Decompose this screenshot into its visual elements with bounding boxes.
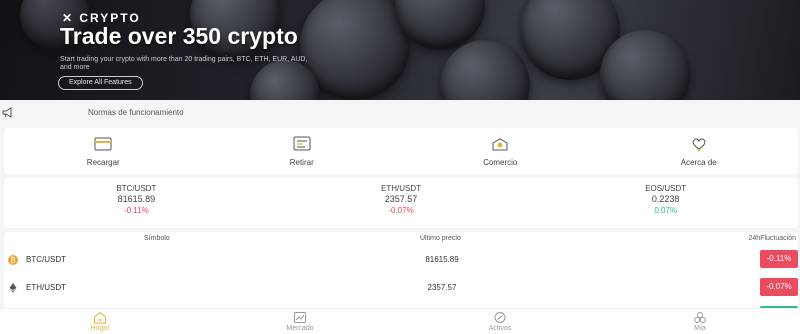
ticker-price: 0.2238 (651, 194, 680, 204)
about-icon (692, 138, 706, 152)
menu-item-label: Acerca de (680, 158, 717, 167)
menu-item-comercio[interactable]: Comercio (401, 128, 600, 174)
ticker-change: -0.07% (388, 206, 414, 215)
notice-text: Normas de funcionamiento (88, 108, 184, 117)
card-icon (94, 137, 112, 151)
ticker-pair: EOS/USDT (645, 184, 687, 193)
bitcoin-icon: ₿ (8, 255, 18, 265)
profile-icon (694, 312, 706, 323)
row-symbol: BTC/USDT (26, 255, 66, 264)
table-row[interactable]: ETH/USDT 2357.57 -0.07% (4, 274, 798, 302)
menu-item-label: Retirar (289, 158, 314, 167)
ticker-pair: ETH/USDT (381, 184, 421, 193)
row-change-badge[interactable]: -0.07% (760, 278, 798, 296)
notice-bar[interactable]: Normas de funcionamiento (0, 103, 800, 123)
nav-item-profile[interactable]: Mía (600, 309, 800, 334)
menu-item-acerca-de[interactable]: Acerca de (600, 128, 799, 174)
nav-item-home[interactable]: Hogar (0, 309, 200, 334)
ticker-eth-usdt[interactable]: ETH/USDT 2357.57 -0.07% (269, 178, 534, 228)
row-change-badge[interactable]: -0.11% (760, 250, 798, 268)
page: ✕ CRYPTO Trade over 350 crypto Start tra… (0, 0, 800, 334)
nav-item-label: Hogar (90, 325, 110, 332)
ticker-change: 0.07% (654, 206, 678, 215)
market-table-header: Símbolo Último precio 24hFluctuación (4, 232, 798, 246)
trade-icon (492, 138, 508, 151)
ticker-strip: BTC/USDT 81615.89 -0.11% ETH/USDT 2357.5… (4, 178, 798, 228)
row-price: 81615.89 (425, 255, 459, 264)
banner-title: Trade over 350 crypto (60, 23, 298, 49)
ticker-price: 2357.57 (384, 194, 418, 204)
assets-icon (494, 312, 506, 323)
withdraw-icon (293, 136, 311, 151)
menu-item-label: Recargar (86, 158, 120, 167)
ticker-change: -0.11% (123, 206, 149, 215)
ticker-pair: BTC/USDT (116, 184, 157, 193)
home-icon (93, 311, 107, 324)
nav-item-label: Mercado (286, 325, 314, 332)
column-header-change: 24hFluctuación (748, 235, 796, 242)
quick-menu: Recargar Retirar Comercio Acerca de (4, 128, 798, 174)
ticker-btc-usdt[interactable]: BTC/USDT 81615.89 -0.11% (4, 178, 269, 228)
market-table: Símbolo Último precio 24hFluctuación ₿ B… (4, 232, 798, 310)
menu-item-retirar[interactable]: Retirar (203, 128, 402, 174)
ticker-price: 81615.89 (117, 194, 156, 204)
ticker-eos-usdt[interactable]: EOS/USDT 0.2238 0.07% (533, 178, 798, 228)
row-price: 2357.57 (427, 283, 457, 292)
row-symbol: ETH/USDT (26, 283, 66, 292)
market-icon (294, 312, 306, 323)
coin-image (440, 40, 530, 100)
column-header-symbol: Símbolo (144, 235, 170, 242)
promo-banner[interactable]: ✕ CRYPTO Trade over 350 crypto Start tra… (0, 0, 800, 100)
menu-item-label: Comercio (483, 158, 518, 167)
nav-item-label: Activos (488, 325, 512, 332)
nav-item-assets[interactable]: Activos (400, 309, 600, 334)
menu-item-recargar[interactable]: Recargar (4, 128, 203, 174)
column-header-price: Último precio (420, 235, 461, 242)
table-row[interactable]: ₿ BTC/USDT 81615.89 -0.11% (4, 246, 798, 274)
explore-features-button[interactable]: Explore All Features (58, 76, 143, 90)
megaphone-icon (2, 107, 12, 118)
svg-text:₿: ₿ (10, 257, 15, 265)
nav-item-market[interactable]: Mercado (200, 309, 400, 334)
ethereum-icon (9, 283, 17, 293)
banner-subtitle: Start trading your crypto with more than… (60, 56, 308, 71)
bottom-nav: Hogar Mercado Activos Mía (0, 308, 800, 334)
nav-item-label: Mía (694, 325, 706, 332)
